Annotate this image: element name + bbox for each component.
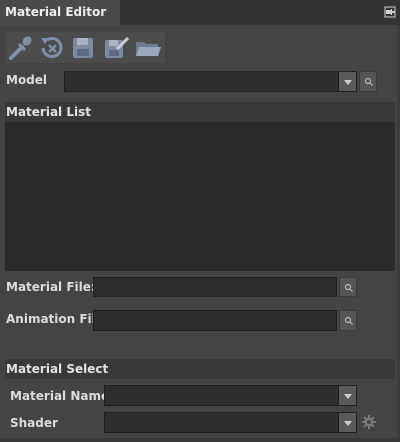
material-select-header: Material Select: [5, 359, 395, 379]
chevron-down-icon[interactable]: [338, 72, 356, 91]
material-name-dropdown[interactable]: [104, 385, 357, 406]
shader-label: Shader: [10, 416, 58, 430]
search-icon: [344, 316, 353, 325]
gear-icon[interactable]: [361, 414, 377, 430]
reset-icon[interactable]: [37, 33, 67, 63]
shader-dropdown[interactable]: [104, 412, 357, 433]
pin-icon[interactable]: [384, 6, 396, 18]
model-label: Model: [6, 73, 48, 87]
save-as-icon[interactable]: [101, 33, 131, 63]
material-file-field[interactable]: [93, 277, 337, 297]
material-file-browse-button[interactable]: [339, 277, 357, 297]
tab-material-editor[interactable]: Material Editor: [0, 0, 120, 25]
model-dropdown[interactable]: [64, 71, 357, 92]
panel-bottom-border: [0, 438, 400, 442]
save-icon[interactable]: [68, 33, 98, 63]
open-folder-icon[interactable]: [133, 33, 163, 63]
material-list[interactable]: [5, 122, 395, 271]
model-search-button[interactable]: [359, 71, 377, 92]
material-name-label: Material Name: [10, 389, 110, 403]
chevron-down-icon[interactable]: [338, 386, 356, 405]
material-list-title: Material List: [6, 105, 91, 119]
window-title: Material Editor: [5, 5, 107, 19]
eyedropper-icon[interactable]: [5, 33, 35, 63]
animation-file-field[interactable]: [93, 310, 337, 331]
material-file-label: Material File:: [6, 280, 96, 294]
material-select-title: Material Select: [6, 362, 109, 376]
animation-file-browse-button[interactable]: [339, 310, 357, 331]
search-icon: [344, 283, 353, 292]
material-list-header: Material List: [5, 102, 395, 122]
chevron-down-icon[interactable]: [338, 413, 356, 432]
search-icon: [364, 77, 373, 86]
